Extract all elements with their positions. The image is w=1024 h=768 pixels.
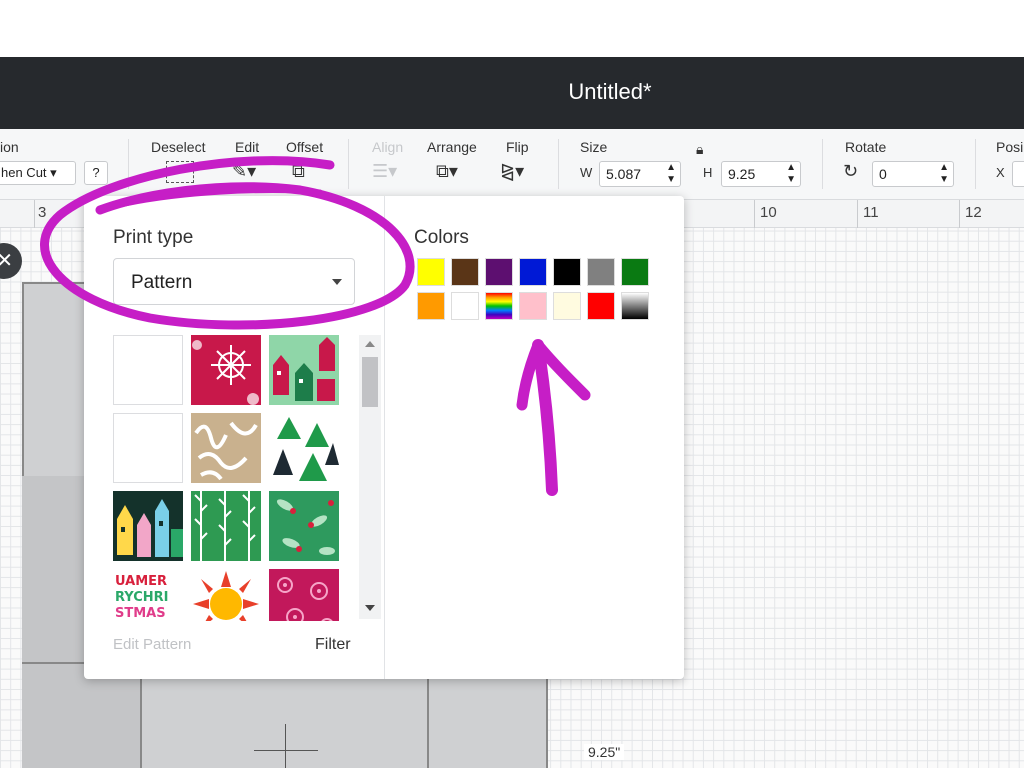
rotate-label: Rotate: [845, 139, 887, 155]
color-swatch[interactable]: [417, 292, 445, 320]
align-label: Align: [372, 139, 404, 155]
rotate-input[interactable]: 0 ▲ ▼: [872, 161, 954, 187]
ruler-tick: [754, 200, 755, 228]
x-input[interactable]: [1012, 161, 1024, 187]
chevron-down-icon: ▾: [46, 165, 57, 180]
pattern-tile-red-snowflake[interactable]: [191, 335, 261, 405]
color-swatch[interactable]: [553, 292, 581, 320]
deselect-icon[interactable]: [166, 161, 194, 183]
pattern-tile-tan-script[interactable]: [191, 413, 261, 483]
dimension-label: 9.25": [584, 744, 625, 760]
operation-select[interactable]: hen Cut ▾: [0, 161, 76, 185]
ruler-tick: [34, 200, 35, 228]
panel-divider: [384, 196, 385, 679]
height-value: 9.25: [728, 166, 756, 182]
ruler-label: 12: [965, 204, 982, 221]
width-value: 5.087: [606, 166, 642, 182]
stepper-icon[interactable]: ▲ ▼: [939, 162, 949, 186]
svg-text:STMAS: STMAS: [115, 606, 166, 621]
pattern-tile-blank[interactable]: [113, 413, 183, 483]
operation-value: hen Cut: [1, 165, 47, 180]
color-swatch[interactable]: [587, 292, 615, 320]
stepper-icon[interactable]: ▲ ▼: [786, 162, 796, 186]
edit-label: Edit: [235, 139, 260, 155]
stepper-icon[interactable]: ▲ ▼: [666, 162, 676, 186]
edit-pencil-icon[interactable]: ✎▾: [232, 161, 256, 182]
filter-button[interactable]: Filter: [315, 636, 351, 654]
toolbar-divider: [558, 139, 559, 189]
width-label: W: [580, 165, 593, 180]
print-type-dropdown[interactable]: Pattern: [113, 258, 355, 305]
print-type-value: Pattern: [131, 272, 193, 293]
svg-text:UAMER: UAMER: [115, 574, 167, 589]
rotate-value: 0: [879, 166, 887, 182]
shape-divider: [427, 664, 429, 768]
pattern-tile-orange-sun[interactable]: [191, 569, 261, 621]
edit-toolbar: ion hen Cut ▾ ? Deselect Edit ✎▾ Offset …: [0, 129, 1024, 200]
height-input[interactable]: 9.25 ▲ ▼: [721, 161, 801, 187]
arrange-icon[interactable]: ⧉▾: [436, 161, 458, 182]
print-type-panel: Print type Pattern UAMERRYCHRISTMASMER: [84, 196, 684, 679]
color-swatch[interactable]: [451, 258, 479, 286]
chevron-down-icon: [332, 279, 342, 285]
color-swatch[interactable]: [553, 258, 581, 286]
print-type-label: Print type: [113, 227, 194, 248]
scroll-down-icon[interactable]: [365, 605, 375, 611]
align-icon[interactable]: ☰▾: [372, 161, 397, 182]
flip-label: Flip: [506, 139, 529, 155]
color-swatch[interactable]: [519, 292, 547, 320]
size-label: Size: [580, 139, 608, 155]
color-swatch[interactable]: [587, 258, 615, 286]
offset-icon[interactable]: ⧉: [292, 161, 305, 182]
toolbar-divider: [975, 139, 976, 189]
svg-text:RYCHRI: RYCHRI: [115, 590, 169, 605]
flip-icon[interactable]: ⧎▾: [500, 161, 524, 182]
arrange-label: Arrange: [427, 139, 477, 155]
toolbar-divider: [348, 139, 349, 189]
help-button[interactable]: ?: [84, 161, 108, 185]
pattern-scrollbar[interactable]: [359, 335, 381, 619]
pattern-tile-dark-houses[interactable]: [113, 491, 183, 561]
edit-pattern-button[interactable]: Edit Pattern: [113, 636, 191, 653]
scroll-thumb[interactable]: [362, 357, 378, 407]
pattern-tile-pink-floral[interactable]: [269, 569, 339, 621]
color-swatch[interactable]: [451, 292, 479, 320]
color-swatch[interactable]: [417, 258, 445, 286]
pattern-tile-blank[interactable]: [113, 335, 183, 405]
position-label: Posi: [996, 139, 1024, 155]
rotate-icon: ↻: [843, 161, 859, 181]
lock-icon[interactable]: 🔒︎: [696, 141, 703, 158]
toolbar-divider: [822, 139, 823, 189]
top-margin: [0, 0, 1024, 57]
document-title: Untitled*: [568, 79, 652, 104]
ruler-tick: [857, 200, 858, 228]
scroll-up-icon[interactable]: [365, 341, 375, 347]
ruler-label: 10: [760, 204, 777, 221]
pattern-tile-green-trees[interactable]: [269, 413, 339, 483]
color-swatch[interactable]: [621, 292, 649, 320]
pattern-tile-green-leaves[interactable]: [191, 491, 261, 561]
offset-label: Offset: [286, 139, 324, 155]
color-swatch[interactable]: [621, 258, 649, 286]
title-bar: Untitled*: [0, 57, 1024, 129]
color-swatch[interactable]: [519, 258, 547, 286]
pattern-tile-merry-christmas-letters[interactable]: UAMERRYCHRISTMASMERRY: [113, 569, 183, 621]
pattern-tile-green-houses[interactable]: [269, 335, 339, 405]
ruler-label: 3: [38, 204, 47, 221]
pattern-grid: UAMERRYCHRISTMASMERRY: [113, 335, 381, 621]
pattern-tile-green-holly[interactable]: [269, 491, 339, 561]
ruler-label: 11: [863, 204, 879, 221]
color-swatch[interactable]: [485, 292, 513, 320]
x-label: X: [996, 165, 1005, 180]
height-label: H: [703, 165, 713, 180]
color-swatch[interactable]: [485, 258, 513, 286]
colors-label: Colors: [414, 227, 469, 248]
operation-label: ion: [0, 139, 19, 155]
ruler-tick: [959, 200, 960, 228]
width-input[interactable]: 5.087 ▲ ▼: [599, 161, 681, 187]
crosshair-icon: [285, 724, 286, 768]
toolbar-divider: [128, 139, 129, 189]
deselect-label: Deselect: [151, 139, 206, 155]
crosshair-icon: [254, 750, 318, 751]
